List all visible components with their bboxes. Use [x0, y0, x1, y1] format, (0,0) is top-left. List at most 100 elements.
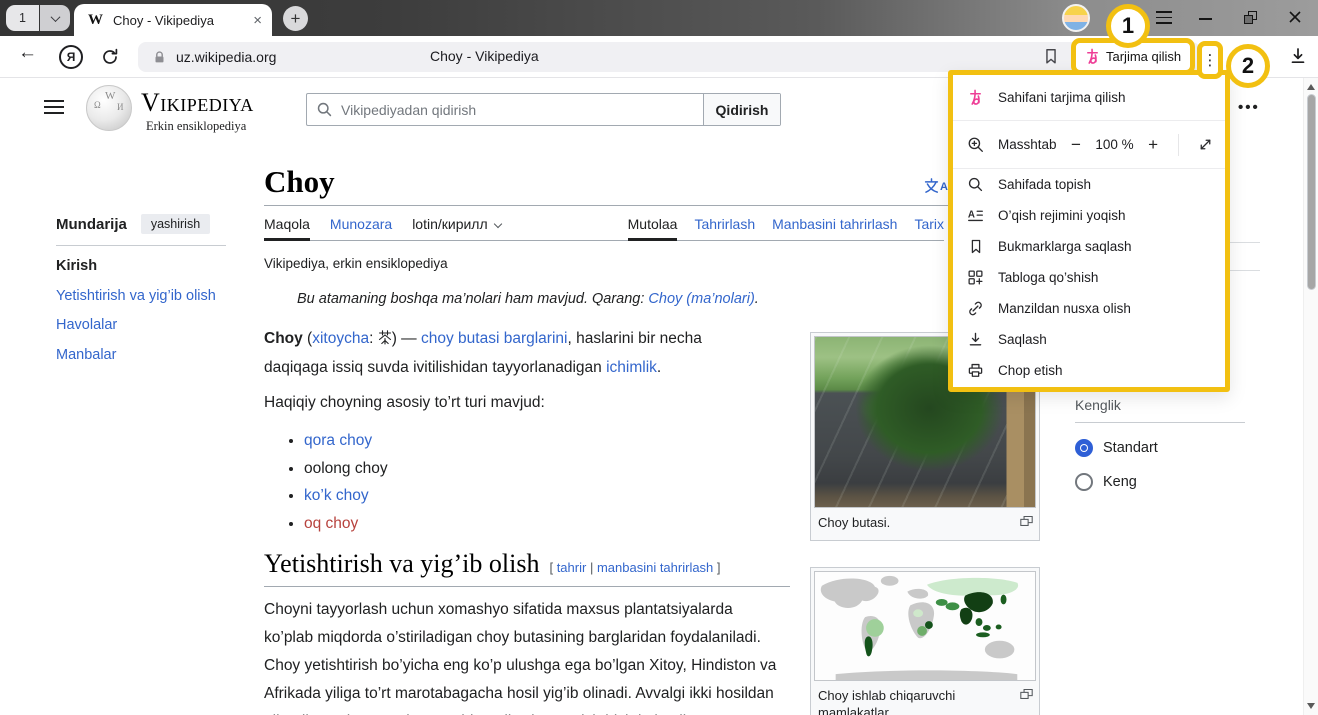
zoom-in-button[interactable]: +: [1147, 135, 1160, 155]
menu-item-label: Sahifada topish: [998, 177, 1091, 192]
new-tab-button[interactable]: +: [283, 6, 308, 31]
language-icon[interactable]: A: [924, 178, 948, 193]
hiragana-a-icon: [966, 88, 985, 107]
magnify-icon[interactable]: [1020, 515, 1033, 527]
oolong-choy-text: oolong choy: [304, 460, 388, 477]
menu-item-find-on-page[interactable]: Sahifada topish: [953, 169, 1225, 200]
menu-item-label: O’qish rejimini yoqish: [998, 208, 1126, 223]
radio-unselected-icon[interactable]: [1075, 473, 1093, 491]
scroll-down-arrow-icon[interactable]: [1307, 703, 1315, 709]
list-item: oolong choy: [304, 455, 388, 483]
scrollbar-thumb[interactable]: [1307, 94, 1316, 290]
figure-caption: Choy butasi.: [818, 515, 890, 530]
magnify-icon[interactable]: [1020, 688, 1033, 700]
yandex-home-button[interactable]: Я: [59, 45, 83, 69]
tea-types-list: qora choy oolong choy ko’k choy oq choy: [288, 427, 388, 537]
lead-paragraph: Choy (xitoycha: ) — choy butasi barglari…: [264, 324, 734, 382]
choy-butasi-link[interactable]: choy butasi barglarini: [421, 330, 567, 347]
toc-item-kirish[interactable]: Kirish: [56, 258, 236, 274]
menu-item-label: Tabloga qo’shish: [998, 270, 1098, 285]
toc-title: Mundarija: [56, 216, 127, 233]
oq-choy-redlink[interactable]: oq choy: [304, 515, 358, 532]
menu-item-translate-page[interactable]: Sahifani tarjima qilish: [953, 75, 1225, 120]
fullscreen-button[interactable]: [1196, 135, 1215, 154]
tab-counter-button[interactable]: 1: [6, 5, 39, 31]
edit-section-link[interactable]: tahrir: [557, 560, 587, 575]
ichimlik-link[interactable]: ichimlik: [606, 359, 657, 376]
tab-manbasini-tahrirlash[interactable]: Manbasini tahrirlash: [772, 216, 897, 240]
window-close-button[interactable]: [1287, 9, 1303, 25]
window-restore-button[interactable]: [1244, 11, 1257, 24]
xitoycha-link[interactable]: xitoycha: [312, 330, 369, 347]
toc-item-havolalar[interactable]: Havolalar: [56, 317, 236, 333]
back-arrow-icon: ←: [18, 42, 37, 63]
menu-item-label: Bukmarklarga saqlash: [998, 239, 1132, 254]
qora-choy-link[interactable]: qora choy: [304, 432, 372, 449]
page-scrollbar[interactable]: [1303, 78, 1318, 715]
menu-item-add-to-tablo[interactable]: Tabloga qo’shish: [953, 262, 1225, 293]
menu-item-label: Manzildan nusxa olish: [998, 301, 1131, 316]
browser-dropdown-menu: Sahifani tarjima qilish Masshtab − 100 %…: [948, 70, 1230, 392]
search-input[interactable]: [341, 94, 703, 125]
profile-avatar[interactable]: [1062, 4, 1090, 32]
disambiguation-link[interactable]: Choy (ma’nolari): [648, 291, 754, 307]
browser-menu-button[interactable]: [1156, 11, 1172, 24]
chevron-down-icon: [50, 12, 60, 22]
more-tools-ellipsis[interactable]: •••: [1238, 99, 1260, 116]
appearance-width-panel: Kenglik Standart Keng: [1075, 397, 1245, 491]
tab-munozara[interactable]: Munozara: [330, 216, 392, 240]
types-intro: Haqiqiy choyning asosiy to’rt turi mavju…: [264, 394, 545, 412]
width-option-standard[interactable]: Standart: [1075, 439, 1245, 457]
tab-tarix[interactable]: Tarix: [914, 216, 944, 240]
menu-item-reading-mode[interactable]: A O’qish rejimini yoqish: [953, 200, 1225, 231]
tab-list-dropdown-button[interactable]: [40, 5, 70, 31]
window-minimize-button[interactable]: [1199, 18, 1212, 20]
wiki-main-menu-button[interactable]: [44, 100, 64, 114]
scroll-up-arrow-icon[interactable]: [1307, 84, 1315, 90]
figure-producing-countries-map[interactable]: Choy ishlab chiqaruvchi mamlakatlar: [810, 567, 1040, 715]
wiki-search-bar: Qidirish: [306, 93, 781, 126]
tab-close-icon[interactable]: ×: [253, 13, 262, 28]
toc-item-yetishtirish[interactable]: Yetishtirish va yig’ib olish: [56, 288, 236, 304]
menu-item-save-bookmark[interactable]: Bukmarklarga saqlash: [953, 231, 1225, 262]
menu-item-save-page[interactable]: Saqlash: [953, 324, 1225, 355]
tab-title: Choy - Vikipediya: [113, 13, 243, 28]
width-option-wide[interactable]: Keng: [1075, 473, 1245, 491]
refresh-button[interactable]: [100, 47, 120, 67]
menu-item-label: Chop etish: [998, 363, 1063, 378]
wikipedia-wordmark[interactable]: Vikipediya: [141, 88, 254, 118]
tab-tahrirlash[interactable]: Tahrirlash: [694, 216, 755, 240]
tab-mutolaa[interactable]: Mutolaa: [628, 216, 678, 240]
divider: [1228, 242, 1260, 243]
downloads-button[interactable]: [1288, 46, 1308, 66]
toc-hide-button[interactable]: yashirish: [141, 214, 210, 234]
search-icon: [307, 94, 341, 125]
zoom-out-button[interactable]: −: [1070, 135, 1083, 155]
tea-map-image[interactable]: [814, 571, 1036, 681]
zoom-label: Masshtab: [998, 137, 1057, 152]
tab-maqola[interactable]: Maqola: [264, 216, 310, 240]
chevron-down-icon: [493, 220, 501, 228]
toc-item-manbalar[interactable]: Manbalar: [56, 347, 236, 363]
more-menu-button[interactable]: ⋮: [1202, 46, 1218, 74]
bookmark-button[interactable]: [1042, 47, 1060, 66]
kok-choy-link[interactable]: ko’k choy: [304, 487, 369, 504]
article-tabs: Maqola Munozara lotin/кирилл Mutolaa Tah…: [264, 211, 944, 241]
menu-item-copy-url[interactable]: Manzildan nusxa olish: [953, 293, 1225, 324]
menu-item-print[interactable]: Chop etish: [953, 355, 1225, 386]
wikipedia-globe-logo[interactable]: WΩИ: [86, 85, 132, 131]
menu-item-zoom: Masshtab − 100 % +: [953, 121, 1225, 168]
search-button[interactable]: Qidirish: [703, 94, 780, 125]
edit-source-link[interactable]: manbasini tahrirlash: [597, 560, 713, 575]
radio-selected-icon[interactable]: [1075, 439, 1093, 457]
search-icon: [966, 175, 985, 194]
back-button[interactable]: ←: [18, 42, 37, 64]
menu-item-label: Sahifani tarjima qilish: [998, 90, 1126, 105]
divider: [56, 245, 226, 246]
menu-item-label: Saqlash: [998, 332, 1047, 347]
bookmark-icon: [1042, 47, 1060, 66]
browser-tab[interactable]: W Choy - Vikipediya ×: [74, 4, 272, 36]
tab-lotin-kirill[interactable]: lotin/кирилл: [412, 216, 500, 240]
browser-window: 1 W Choy - Vikipediya × + ← Я uz.wikiped…: [0, 0, 1318, 715]
address-bar[interactable]: uz.wikipedia.org: [138, 42, 1200, 72]
